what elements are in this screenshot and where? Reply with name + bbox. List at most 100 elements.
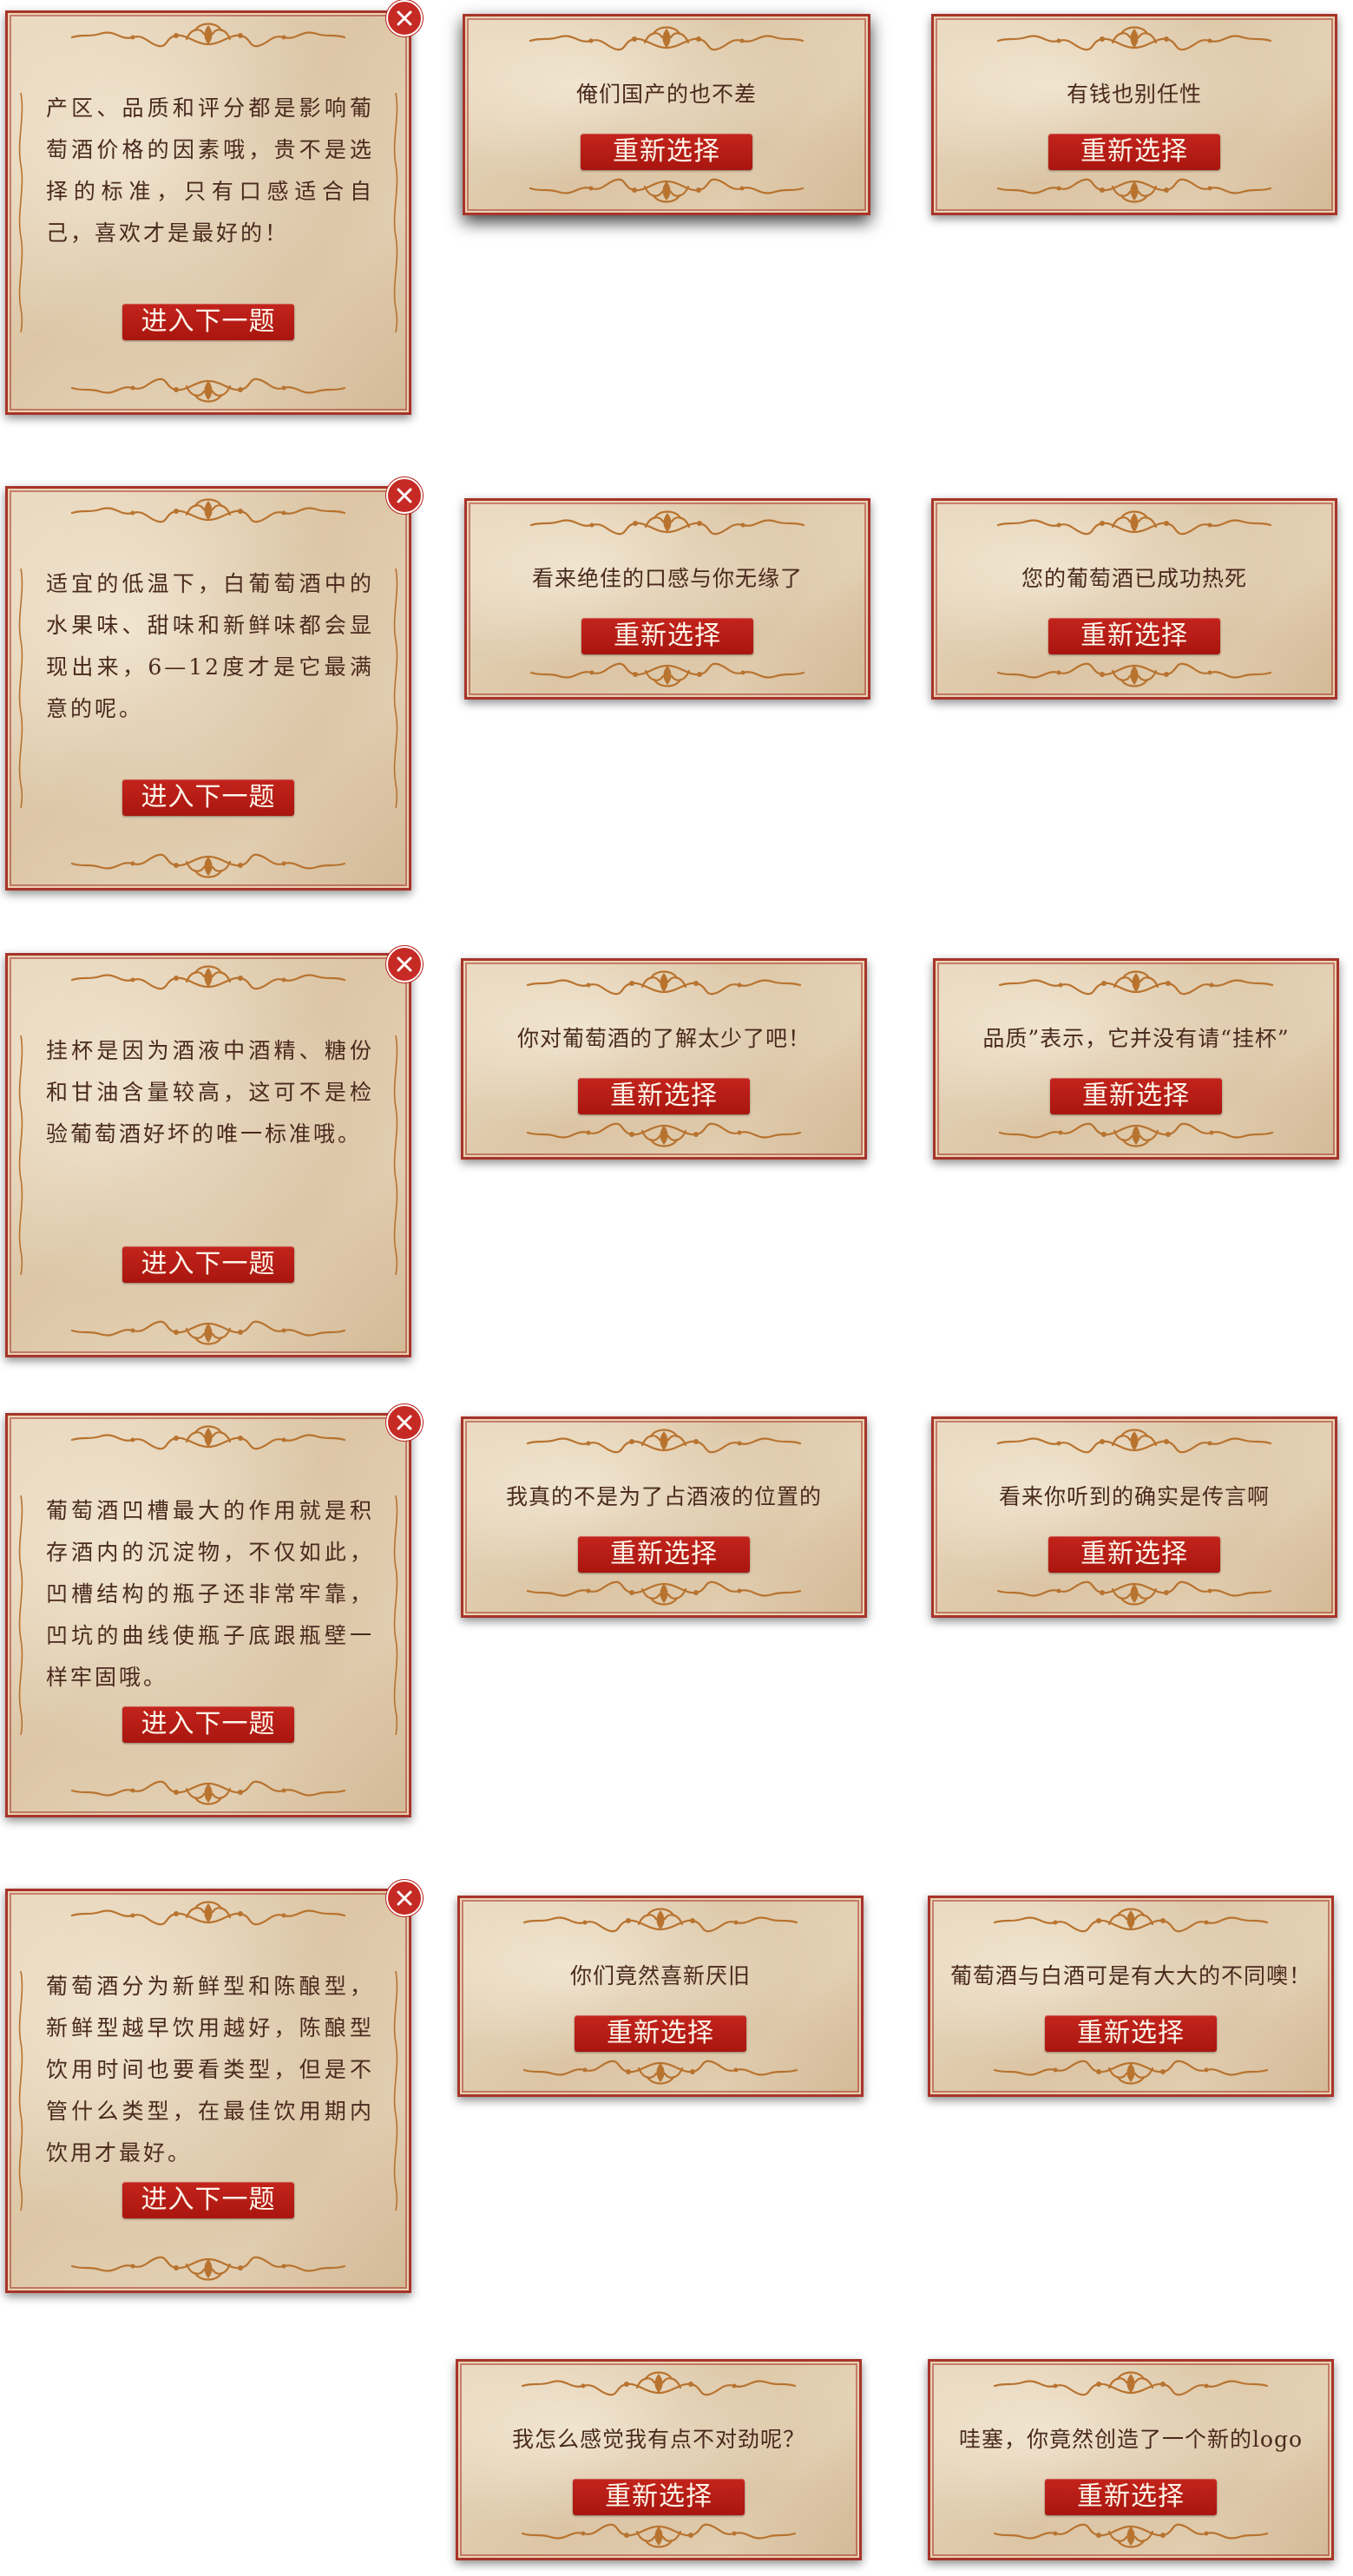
- ornament-icon: [15, 93, 27, 332]
- feedback-text: 你对葡萄酒的了解太少了吧！: [516, 1026, 811, 1051]
- ornament-icon: [65, 1775, 351, 1810]
- close-icon[interactable]: [386, 1404, 423, 1441]
- ornament-icon: [523, 22, 810, 56]
- ornament-icon: [523, 173, 810, 207]
- ornament-icon: [524, 506, 811, 541]
- ornament-icon: [65, 1315, 351, 1350]
- wrong-answer-card: 我怎么感觉我有点不对劲呢？ 重新选择: [456, 2359, 862, 2560]
- ornament-icon: [524, 657, 811, 692]
- ornament-icon: [65, 2251, 351, 2285]
- ornament-icon: [991, 173, 1277, 207]
- feedback-text: 有钱也别任性: [1066, 82, 1202, 107]
- ornament-icon: [65, 18, 351, 53]
- ornament-icon: [65, 1421, 351, 1456]
- close-icon[interactable]: [386, 946, 423, 982]
- retry-button[interactable]: 重新选择: [1045, 2015, 1217, 2052]
- explanation-text: 产区、品质和评分都是影响葡萄酒价格的因素哦，贵不是选择的标准，只有口感适合自己，…: [46, 95, 374, 246]
- feedback-text: 看来你听到的确实是传言啊: [998, 1484, 1270, 1509]
- ornament-icon: [65, 372, 351, 407]
- ornament-icon: [65, 1896, 351, 1931]
- ornament-icon: [517, 1903, 804, 1938]
- wrong-answer-card: 葡萄酒与白酒可是有大大的不同噢！ 重新选择: [928, 1896, 1334, 2097]
- explanation-card: 葡萄酒分为新鲜型和陈酿型，新鲜型越早饮用越好，陈酿型饮用时间也要看类型，但是不管…: [5, 1889, 411, 2293]
- ornament-icon: [65, 961, 351, 996]
- ornament-icon: [65, 848, 351, 883]
- ornament-icon: [521, 966, 807, 1001]
- explanation-text: 葡萄酒分为新鲜型和陈酿型，新鲜型越早饮用越好，陈酿型饮用时间也要看类型，但是不管…: [46, 1974, 374, 2165]
- ornament-icon: [521, 1117, 807, 1152]
- next-question-button[interactable]: 进入下一题: [122, 304, 294, 340]
- wrong-answer-card: 看来你听到的确实是传言啊 重新选择: [931, 1416, 1337, 1618]
- close-icon[interactable]: [386, 477, 423, 514]
- ornament-icon: [390, 568, 402, 808]
- ornament-icon: [991, 1424, 1277, 1459]
- ornament-icon: [15, 568, 27, 808]
- wrong-answer-card: 俺们国产的也不差 重新选择: [463, 14, 870, 215]
- next-question-button[interactable]: 进入下一题: [122, 1706, 294, 1743]
- explanation-card: 适宜的低温下，白葡萄酒中的水果味、甜味和新鲜味都会显现出来，6—12度才是它最满…: [5, 486, 411, 890]
- next-question-button[interactable]: 进入下一题: [122, 1246, 294, 1283]
- feedback-text: 葡萄酒与白酒可是有大大的不同噢！: [949, 1963, 1311, 1988]
- close-icon[interactable]: [386, 0, 423, 36]
- wrong-answer-card: 你们竟然喜新厌旧 重新选择: [457, 1896, 864, 2097]
- retry-button[interactable]: 重新选择: [1048, 1536, 1220, 1573]
- ornament-icon: [988, 2054, 1274, 2089]
- retry-button[interactable]: 重新选择: [1048, 134, 1220, 170]
- explanation-text: 挂杯是因为酒液中酒精、糖份和甘油含量较高，这可不是检验葡萄酒好坏的唯一标准哦。: [46, 1038, 374, 1147]
- explanation-text: 适宜的低温下，白葡萄酒中的水果味、甜味和新鲜味都会显现出来，6—12度才是它最满…: [46, 571, 374, 721]
- feedback-text: 哇塞，你竟然创造了一个新的logo: [958, 2427, 1304, 2452]
- wrong-answer-card: 你对葡萄酒的了解太少了吧！ 重新选择: [461, 958, 867, 1160]
- retry-button[interactable]: 重新选择: [573, 2479, 745, 2515]
- ornament-icon: [15, 1971, 27, 2211]
- feedback-text: 俺们国产的也不差: [575, 82, 757, 107]
- wrong-answer-card: 看来绝佳的口感与你无缘了 重新选择: [464, 498, 870, 700]
- explanation-card: 挂杯是因为酒液中酒精、糖份和甘油含量较高，这可不是检验葡萄酒好坏的唯一标准哦。 …: [5, 953, 411, 1357]
- wrong-answer-card: 品质”表示，它并没有请“挂杯” 重新选择: [933, 958, 1339, 1160]
- wrong-answer-card: 您的葡萄酒已成功热死 重新选择: [931, 498, 1337, 700]
- feedback-text: 品质”表示，它并没有请“挂杯”: [982, 1026, 1290, 1051]
- ornament-icon: [988, 1903, 1274, 1938]
- ornament-icon: [15, 1035, 27, 1275]
- ornament-icon: [390, 1495, 402, 1735]
- retry-button[interactable]: 重新选择: [1048, 618, 1220, 654]
- retry-button[interactable]: 重新选择: [581, 618, 753, 654]
- ornament-icon: [15, 1495, 27, 1735]
- ornament-icon: [991, 1575, 1277, 1610]
- close-icon[interactable]: [386, 1880, 423, 1916]
- ornament-icon: [516, 2367, 802, 2402]
- wrong-answer-card: 哇塞，你竟然创造了一个新的logo 重新选择: [928, 2359, 1334, 2560]
- ornament-icon: [993, 966, 1279, 1001]
- retry-button[interactable]: 重新选择: [578, 1536, 750, 1573]
- retry-button[interactable]: 重新选择: [1045, 2479, 1217, 2515]
- feedback-text: 我怎么感觉我有点不对劲呢？: [511, 2427, 805, 2452]
- explanation-card: 葡萄酒凹槽最大的作用就是积存酒内的沉淀物，不仅如此，凹槽结构的瓶子还非常牢靠，凹…: [5, 1413, 411, 1817]
- ornament-icon: [390, 1971, 402, 2211]
- feedback-text: 我真的不是为了占酒液的位置的: [505, 1484, 822, 1509]
- ornament-icon: [516, 2518, 802, 2553]
- feedback-text: 看来绝佳的口感与你无缘了: [531, 566, 803, 591]
- ornament-icon: [991, 22, 1277, 56]
- explanation-text: 葡萄酒凹槽最大的作用就是积存酒内的沉淀物，不仅如此，凹槽结构的瓶子还非常牢靠，凹…: [46, 1498, 374, 1690]
- feedback-text: 你们竟然喜新厌旧: [569, 1963, 751, 1988]
- next-question-button[interactable]: 进入下一题: [122, 779, 294, 816]
- ornament-icon: [517, 2054, 804, 2089]
- wrong-answer-card: 我真的不是为了占酒液的位置的 重新选择: [461, 1416, 867, 1618]
- retry-button[interactable]: 重新选择: [581, 134, 752, 170]
- feedback-text: 您的葡萄酒已成功热死: [1021, 566, 1247, 591]
- ornament-icon: [65, 494, 351, 529]
- ornament-icon: [991, 657, 1277, 692]
- ornament-icon: [988, 2367, 1274, 2402]
- retry-button[interactable]: 重新选择: [575, 2015, 746, 2052]
- ornament-icon: [390, 93, 402, 332]
- ornament-icon: [988, 2518, 1274, 2553]
- explanation-card: 产区、品质和评分都是影响葡萄酒价格的因素哦，贵不是选择的标准，只有口感适合自己，…: [5, 10, 411, 415]
- ornament-icon: [991, 506, 1277, 541]
- next-question-button[interactable]: 进入下一题: [122, 2182, 294, 2218]
- ornament-icon: [521, 1424, 807, 1459]
- ornament-icon: [993, 1117, 1279, 1152]
- retry-button[interactable]: 重新选择: [1050, 1078, 1222, 1114]
- ornament-icon: [390, 1035, 402, 1275]
- ornament-icon: [521, 1575, 807, 1610]
- retry-button[interactable]: 重新选择: [578, 1078, 750, 1114]
- wrong-answer-card: 有钱也别任性 重新选择: [931, 14, 1337, 215]
